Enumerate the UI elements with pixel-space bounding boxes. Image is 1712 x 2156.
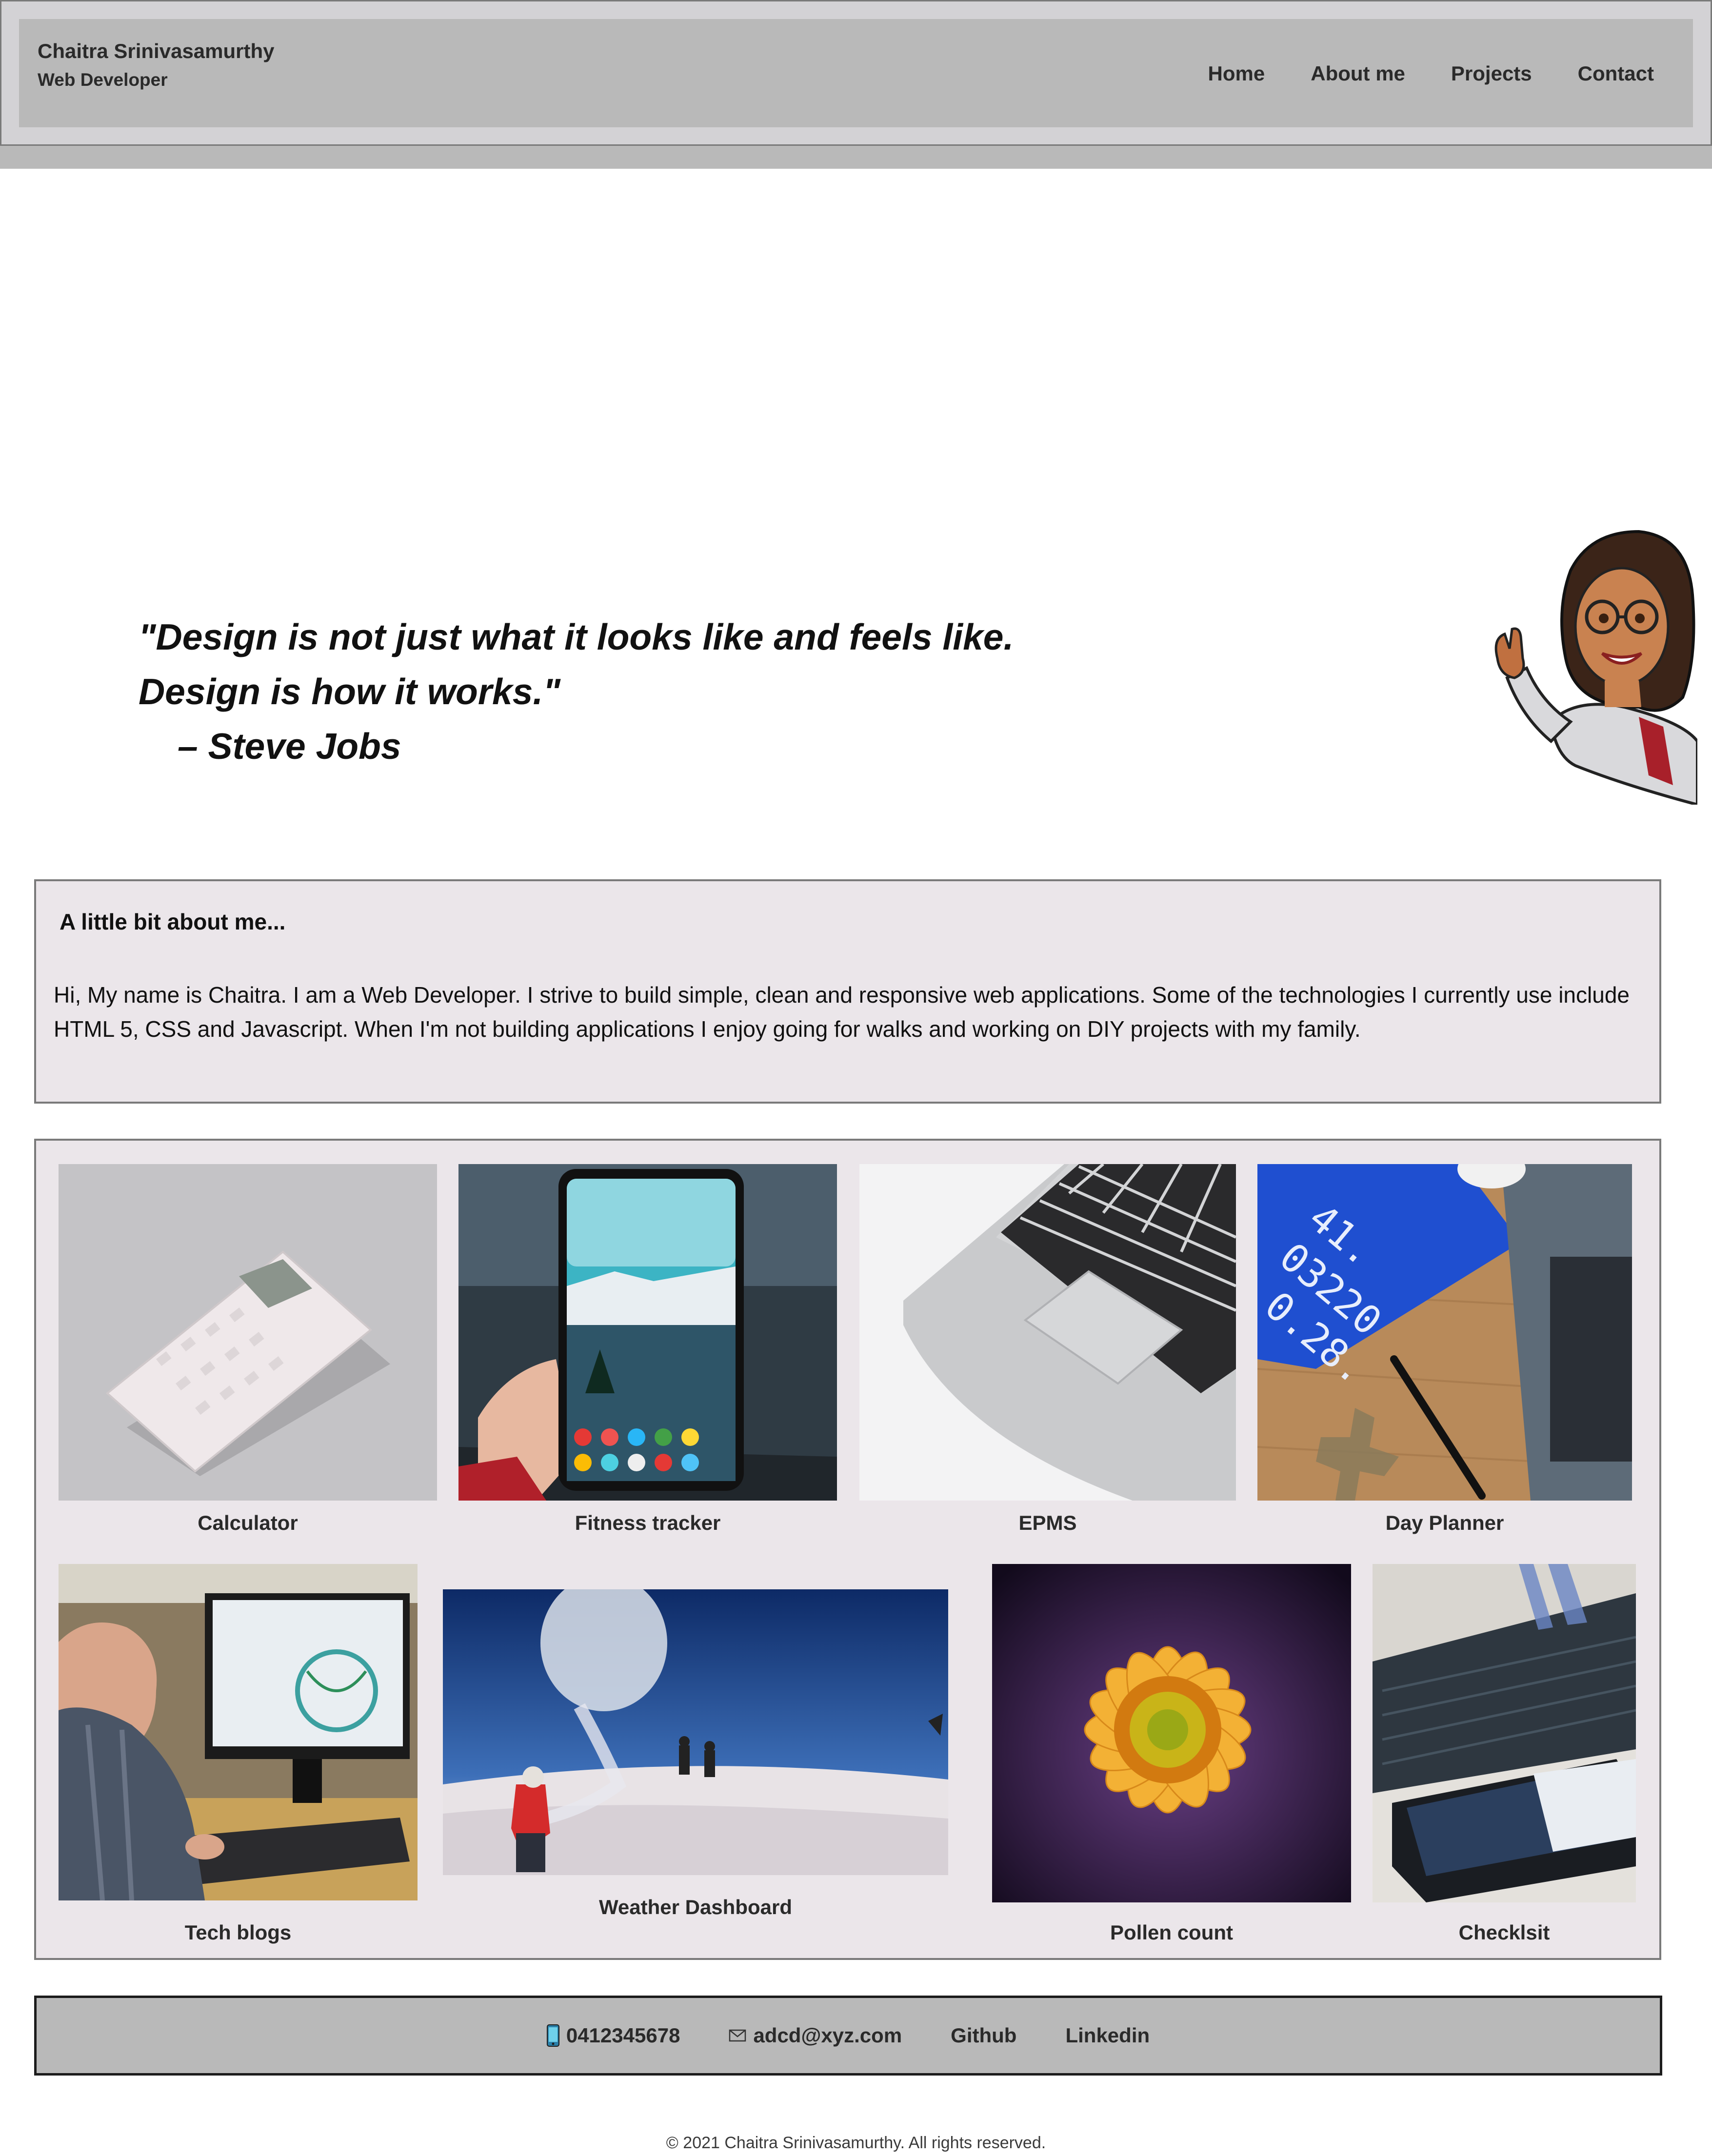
phone-and-laptop-photo	[1373, 1564, 1636, 1902]
project-card-pollen-count[interactable]: Pollen count	[992, 1564, 1351, 1954]
about-title: A little bit about me...	[60, 909, 286, 934]
project-label: Checklsit	[1458, 1921, 1550, 1944]
phone-icon	[546, 2024, 559, 2047]
header-inner: Chaitra Srinivasamurthy Web Developer Ho…	[19, 19, 1693, 127]
avatar-illustration	[1494, 530, 1697, 805]
project-card-weather-dashboard[interactable]: Weather Dashboard	[443, 1589, 948, 1940]
projects-section: Calculator Fitness tracker EPMS 41. 0322…	[34, 1139, 1661, 1960]
project-label: Fitness tracker	[575, 1511, 721, 1534]
main-nav: Home About me Projects Contact	[1208, 62, 1654, 85]
github-label: Github	[951, 2024, 1017, 2047]
nav-contact[interactable]: Contact	[1578, 62, 1654, 85]
quote-line-1: "Design is not just what it looks like a…	[139, 616, 1014, 657]
project-label: Calculator	[198, 1511, 298, 1534]
email-link[interactable]: adcd@xyz.com	[729, 2024, 902, 2047]
mail-icon	[729, 2029, 746, 2042]
project-label: Tech blogs	[184, 1921, 292, 1944]
nav-about-me[interactable]: About me	[1311, 62, 1405, 85]
copyright-notice: © 2021 Chaitra Srinivasamurthy. All righ…	[666, 2134, 1046, 2152]
project-card-checklsit[interactable]: Checklsit	[1373, 1564, 1636, 1954]
man-at-computer-photo	[59, 1564, 418, 1900]
project-card-tech-blogs[interactable]: Tech blogs	[59, 1564, 418, 1954]
quote-author: – Steve Jobs	[178, 726, 401, 767]
phone-link[interactable]: 0412345678	[546, 2024, 680, 2047]
nav-projects[interactable]: Projects	[1451, 62, 1532, 85]
phone-number: 0412345678	[566, 2024, 680, 2047]
site-owner-role: Web Developer	[38, 70, 168, 90]
contact-bar: 0412345678 adcd@xyz.com Github Linkedin	[34, 1996, 1662, 2076]
github-link[interactable]: Github	[951, 2024, 1016, 2047]
calculator-photo	[59, 1164, 437, 1501]
nav-home[interactable]: Home	[1208, 62, 1265, 85]
laptop-photo	[859, 1164, 1236, 1501]
hero-quote: "Design is not just what it looks like a…	[139, 610, 1014, 773]
weather-balloon-photo	[443, 1589, 948, 1875]
smartphone-photo	[458, 1164, 837, 1501]
linkedin-link[interactable]: Linkedin	[1065, 2024, 1150, 2047]
project-card-calculator[interactable]: Calculator	[59, 1164, 437, 1549]
notebook-desk-photo: 41. 03220 0.28.	[1257, 1164, 1632, 1501]
project-label: Weather Dashboard	[599, 1896, 792, 1919]
project-card-fitness-tracker[interactable]: Fitness tracker	[458, 1164, 837, 1549]
site-owner-name: Chaitra Srinivasamurthy	[38, 40, 275, 62]
project-label: EPMS	[1018, 1511, 1077, 1534]
about-section: A little bit about me... Hi, My name is …	[34, 879, 1661, 1104]
quote-line-2: Design is how it works."	[139, 671, 560, 712]
project-card-day-planner[interactable]: 41. 03220 0.28. Day Planner	[1257, 1164, 1632, 1549]
project-label: Day Planner	[1385, 1511, 1504, 1534]
linkedin-label: Linkedin	[1065, 2024, 1150, 2047]
email-address: adcd@xyz.com	[753, 2024, 902, 2047]
project-card-epms[interactable]: EPMS	[859, 1164, 1236, 1549]
about-text: Hi, My name is Chaitra. I am a Web Devel…	[54, 982, 1630, 1042]
project-label: Pollen count	[1110, 1921, 1233, 1944]
site-header: Chaitra Srinivasamurthy Web Developer Ho…	[0, 0, 1712, 146]
sunflower-photo	[992, 1564, 1351, 1902]
